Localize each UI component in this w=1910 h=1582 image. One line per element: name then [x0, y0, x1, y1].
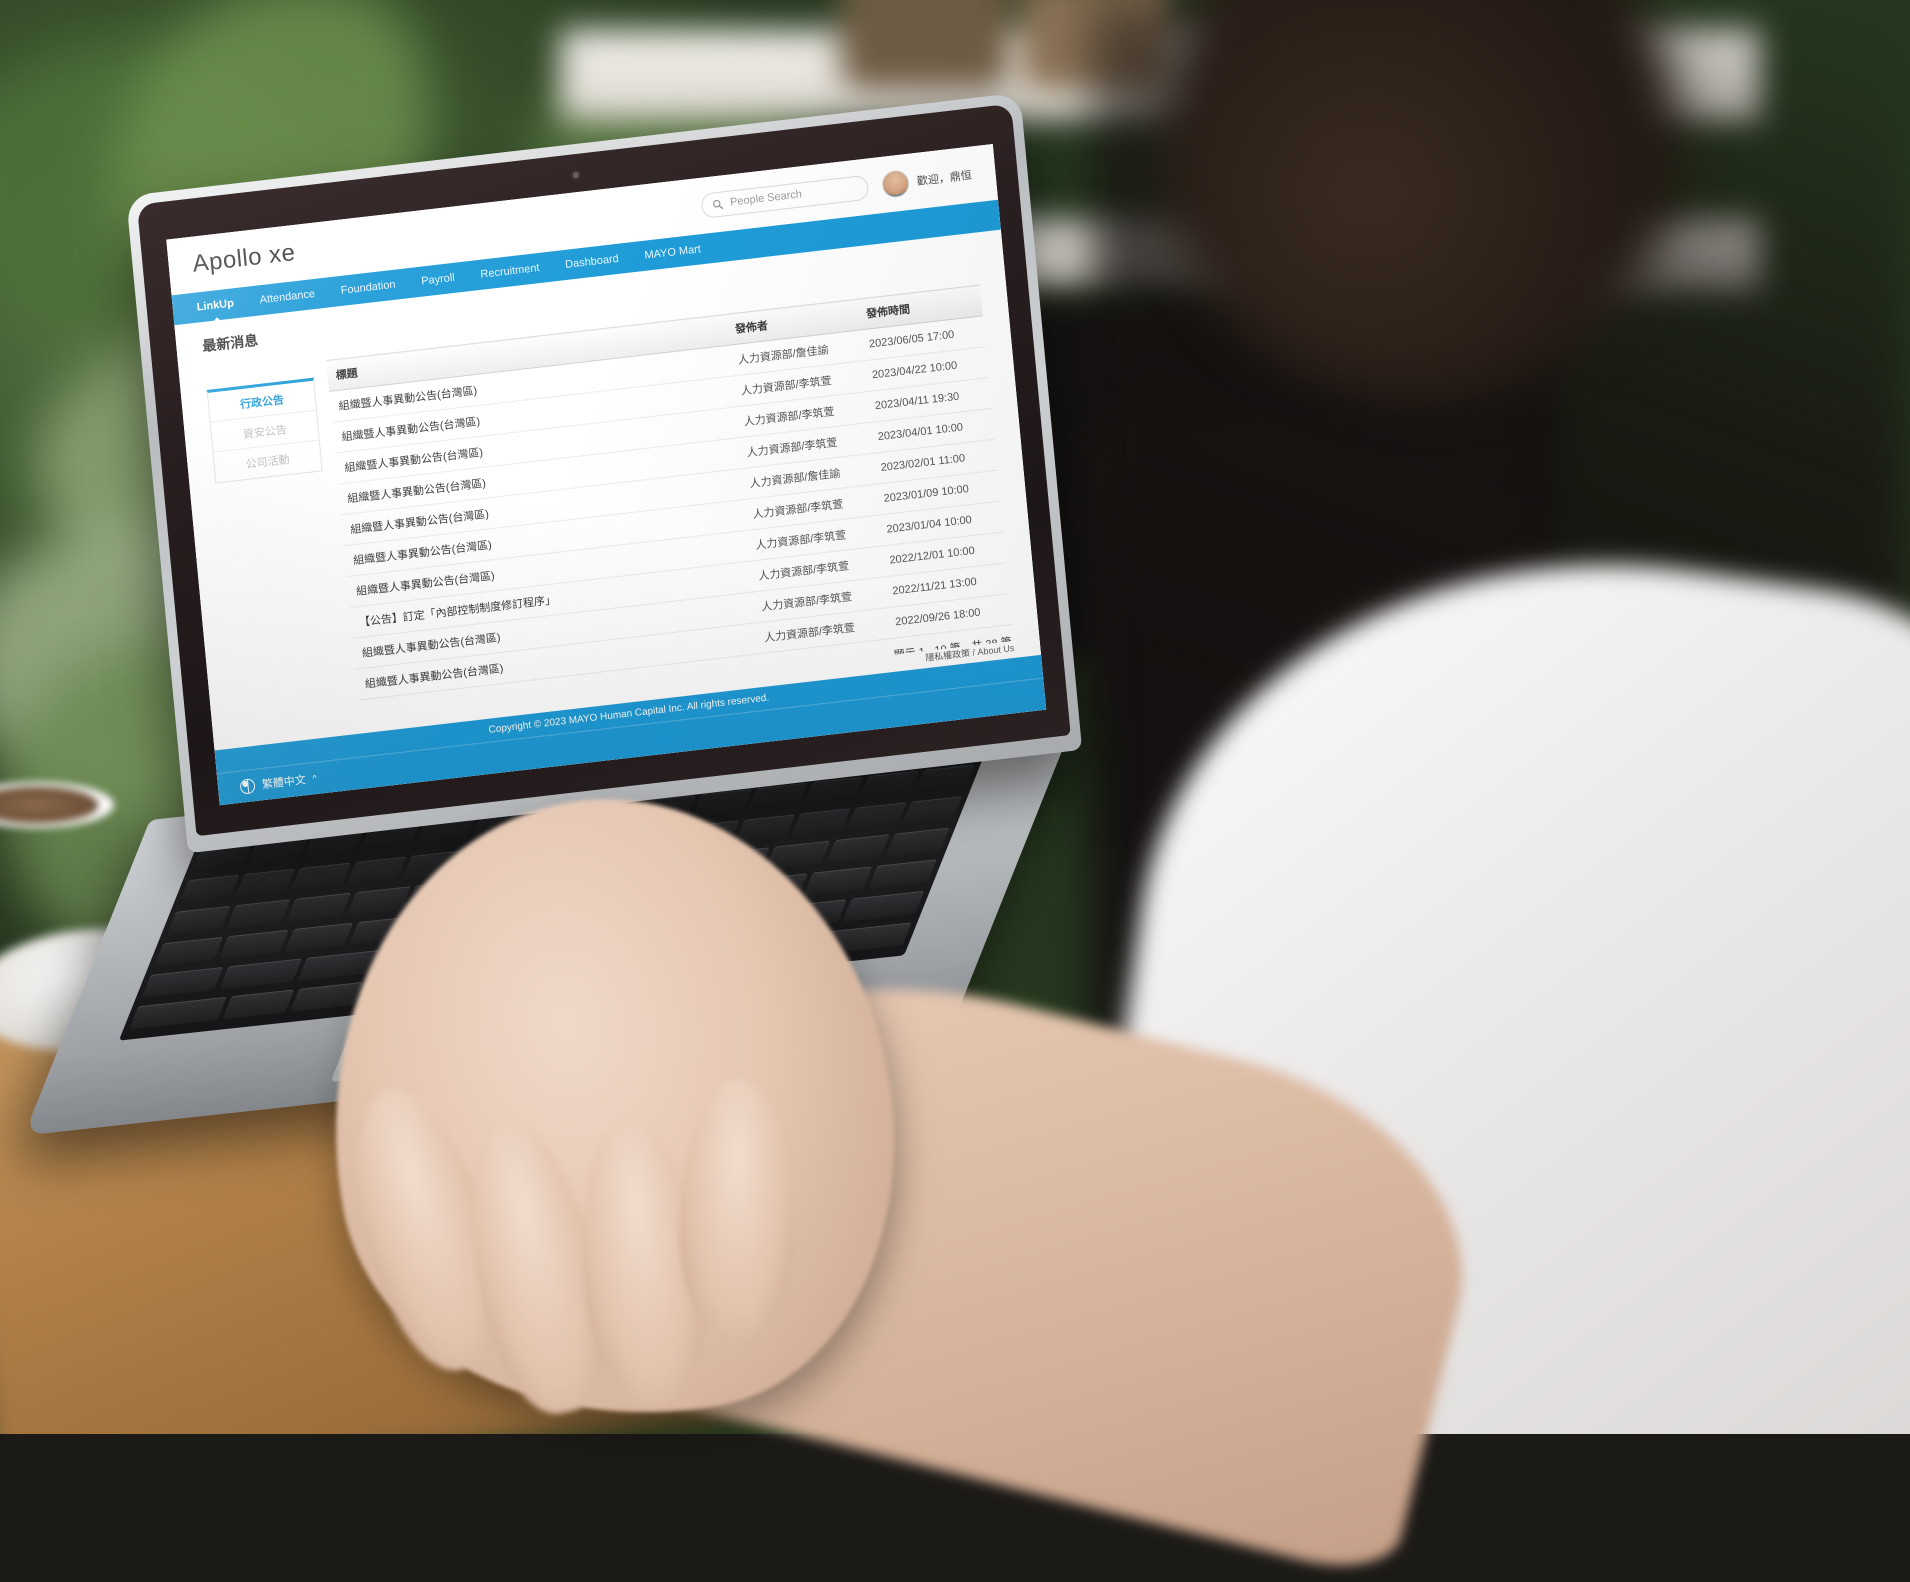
nav-item-payroll[interactable]: Payroll — [421, 272, 456, 288]
chevron-up-icon: ^ — [312, 773, 317, 783]
laptop-lid: Apollo xe 歡迎，鼎恒 — [126, 93, 1082, 854]
webcam-icon — [573, 172, 580, 179]
avatar — [881, 168, 910, 198]
footer-separator: / — [972, 647, 975, 657]
nav-item-linkup[interactable]: LinkUp — [196, 297, 234, 313]
nav-item-foundation[interactable]: Foundation — [340, 279, 396, 297]
language-label: 繁體中文 — [261, 771, 306, 792]
search-icon — [712, 198, 724, 210]
nav-item-mayo-mart[interactable]: MAYO Mart — [644, 243, 701, 261]
about-us-link[interactable]: About Us — [977, 643, 1015, 657]
nav-item-attendance[interactable]: Attendance — [259, 288, 315, 306]
sidebar: 消息分類 行政公告 資安公告 公司活動 — [205, 362, 347, 734]
brand-logo[interactable]: Apollo xe — [191, 239, 296, 279]
globe-icon — [239, 778, 255, 795]
privacy-policy-link[interactable]: 隱私權政策 — [925, 648, 971, 663]
screen: Apollo xe 歡迎，鼎恒 — [166, 144, 1046, 805]
nav-item-dashboard[interactable]: Dashboard — [565, 253, 620, 271]
nav-item-recruitment[interactable]: Recruitment — [480, 262, 540, 281]
user-menu[interactable]: 歡迎，鼎恒 — [881, 161, 973, 198]
user-greeting: 歡迎，鼎恒 — [916, 167, 972, 189]
people-search-box[interactable] — [700, 174, 869, 218]
category-list: 消息分類 行政公告 資安公告 公司活動 — [207, 378, 323, 484]
search-input[interactable] — [730, 182, 858, 209]
apollo-xe-page: Apollo xe 歡迎，鼎恒 — [166, 144, 1046, 805]
laptop: Apollo xe 歡迎，鼎恒 — [0, 0, 1910, 1434]
